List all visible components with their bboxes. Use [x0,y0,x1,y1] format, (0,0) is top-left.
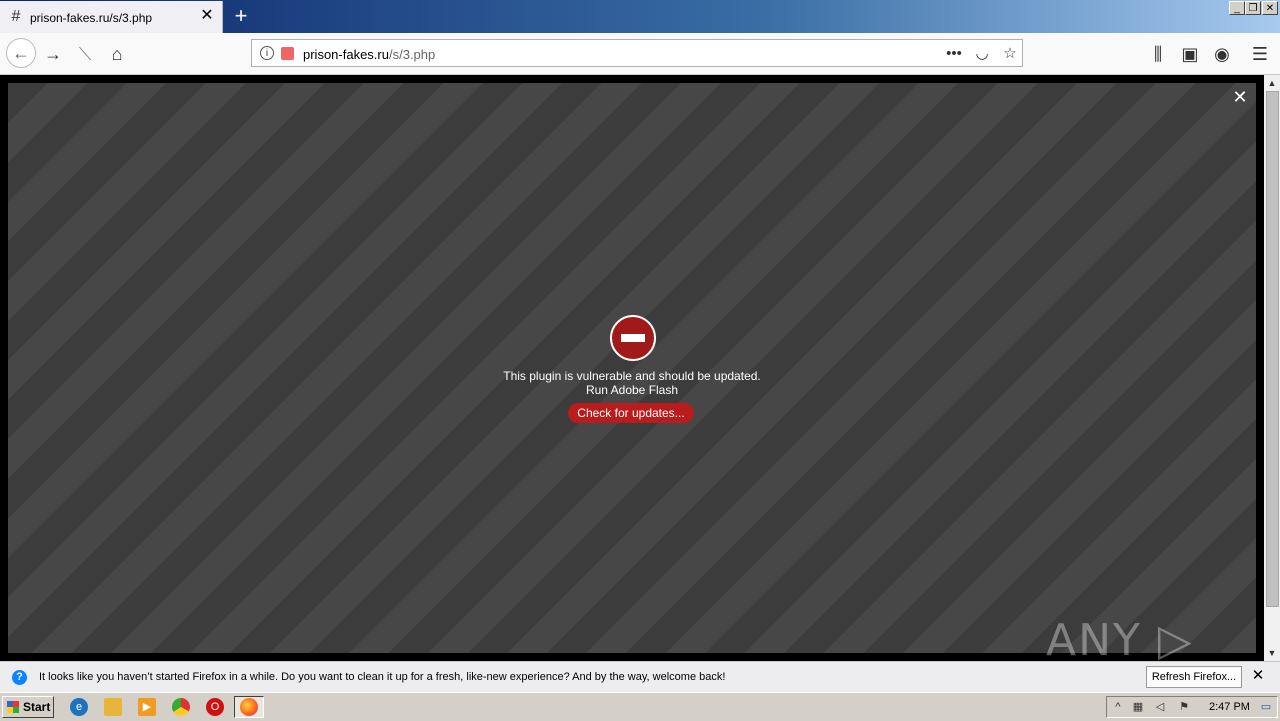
url-text[interactable]: prison-fakes.ru/s/3.php [303,47,435,62]
firefox-icon [240,698,258,716]
media-player-icon[interactable]: ▶ [138,698,156,716]
pocket-icon[interactable]: ◡ [972,44,992,64]
new-tab-button[interactable]: + [230,5,252,27]
network-icon[interactable]: ▦ [1131,700,1145,714]
chrome-icon[interactable] [172,698,190,716]
windows-logo-icon [7,701,19,713]
folder-icon[interactable] [104,698,122,716]
plugin-message-line2: Run Adobe Flash [585,383,679,397]
start-label: Start [23,700,51,714]
volume-icon[interactable]: ◁ [1153,700,1167,714]
page-content: ✕ This plugin is vulnerable and should b… [0,75,1264,717]
scrollbar-thumb[interactable] [1266,91,1279,607]
show-desktop-icon[interactable]: ▭ [1259,700,1273,714]
notification-bar: ? It looks like you haven’t started Fire… [0,661,1280,693]
site-info-icon[interactable]: i [260,46,274,60]
bookmark-star-icon[interactable]: ☆ [1000,44,1020,64]
tab-strip: # prison-fakes.ru/s/3.php ✕ + _ ❐ ✕ [0,0,1280,33]
start-button[interactable]: Start [2,696,54,718]
notification-close-icon[interactable]: ✕ [1250,668,1266,684]
menu-icon[interactable]: ☰ [1247,41,1273,67]
refresh-firefox-button[interactable]: Refresh Firefox... [1146,666,1242,688]
back-button[interactable]: ← [6,38,36,68]
ie-icon[interactable]: e [70,698,88,716]
plugin-placeholder: ✕ This plugin is vulnerable and should b… [8,83,1256,717]
tab-title: prison-fakes.ru/s/3.php [30,11,153,25]
hash-favicon-icon: # [11,8,21,25]
navigation-toolbar: ← → ⟍ ⌂ i prison-fakes.ru/s/3.php ••• ◡ … [0,33,1280,75]
home-button[interactable]: ⌂ [104,41,130,67]
question-icon: ? [12,670,27,685]
tab-close-icon[interactable]: ✕ [199,8,215,24]
plugin-message-line1: This plugin is vulnerable and should be … [503,369,761,383]
taskbar: Start e ▶ O ^ ▦ ◁ ⚑ 2:47 PM ▭ [0,692,1280,721]
taskbar-firefox-active[interactable] [234,696,264,718]
forward-button[interactable]: → [40,41,66,67]
permissions-icon[interactable] [281,47,294,60]
restore-button[interactable]: ❐ [1245,1,1261,15]
clock: 2:47 PM [1209,701,1250,713]
tray-expand-icon[interactable]: ^ [1111,700,1125,714]
scroll-down-arrow-icon[interactable]: ▼ [1264,645,1280,661]
system-tray: ^ ▦ ◁ ⚑ 2:47 PM ▭ [1106,696,1278,718]
page-actions-icon[interactable]: ••• [944,44,964,64]
account-icon[interactable]: ◉ [1209,41,1235,67]
sidebar-icon[interactable]: ▣ [1177,41,1203,67]
blocked-plugin-icon [610,315,656,361]
scroll-up-arrow-icon[interactable]: ▲ [1264,75,1280,91]
tab-active[interactable]: # prison-fakes.ru/s/3.php ✕ [0,1,223,33]
flag-icon[interactable]: ⚑ [1177,700,1191,714]
minimize-button[interactable]: _ [1229,1,1245,15]
plugin-close-icon[interactable]: ✕ [1230,87,1250,107]
close-window-button[interactable]: ✕ [1262,1,1278,15]
vertical-scrollbar[interactable]: ▲ ▼ [1264,75,1280,661]
check-for-updates-button[interactable]: Check for updates... [568,403,694,423]
url-bar[interactable]: i prison-fakes.ru/s/3.php ••• ◡ ☆ [251,39,1023,67]
library-icon[interactable]: ⫼ [1145,41,1171,67]
reload-icon[interactable]: ⟍ [72,41,98,67]
opera-icon[interactable]: O [206,698,224,716]
notification-text: It looks like you haven’t started Firefo… [39,671,726,683]
